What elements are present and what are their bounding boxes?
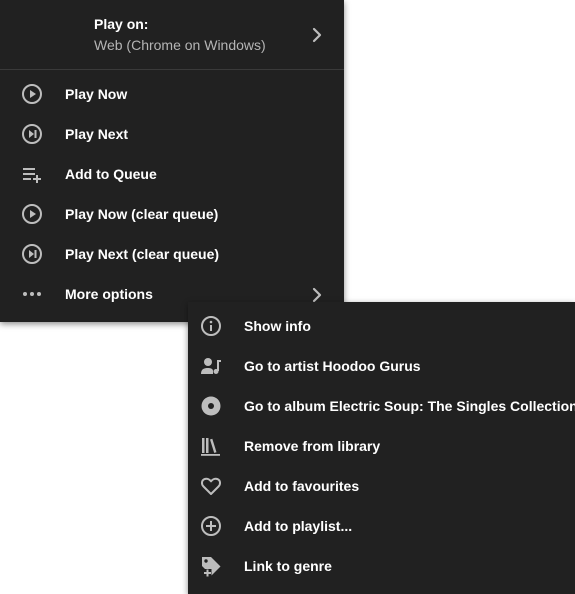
menu-item-label: Play Now (clear queue)	[65, 206, 219, 222]
chevron-right-icon	[309, 26, 325, 44]
menu-item-show-info[interactable]: Show info	[188, 306, 575, 346]
account-music-icon	[200, 355, 222, 377]
heart-outline-icon	[200, 475, 222, 497]
dots-horizontal-icon	[21, 283, 43, 305]
menu-item-play-now[interactable]: Play Now	[0, 74, 344, 114]
menu-item-label: Play Next (clear queue)	[65, 246, 220, 262]
menu-item-label: Add to favourites	[244, 478, 360, 494]
menu-item-play-now-clear-queue[interactable]: Play Now (clear queue)	[0, 194, 344, 234]
menu-item-go-to-album[interactable]: Go to album Electric Soup: The Singles C…	[188, 386, 575, 426]
menu-item-label: Show info	[244, 318, 311, 334]
menu-divider	[0, 69, 344, 70]
menu-item-label: Go to album Electric Soup: The Singles C…	[244, 398, 575, 414]
more-options-submenu: Show info Go to artist Hoodoo Gurus Go t…	[188, 302, 575, 594]
album-icon	[200, 395, 222, 417]
play-on-title: Play on:	[94, 16, 149, 32]
play-circle-icon	[21, 203, 43, 225]
menu-item-label: Play Now	[65, 86, 128, 102]
playlist-add-icon	[21, 163, 43, 185]
menu-item-label: Go to artist Hoodoo Gurus	[244, 358, 421, 374]
skip-next-circle-icon	[21, 123, 43, 145]
menu-item-remove-from-library[interactable]: Remove from library	[188, 426, 575, 466]
menu-item-go-to-artist[interactable]: Go to artist Hoodoo Gurus	[188, 346, 575, 386]
menu-item-add-to-playlist[interactable]: Add to playlist...	[188, 506, 575, 546]
play-on-selector[interactable]: Play on: Web (Chrome on Windows)	[0, 0, 344, 69]
menu-item-play-next[interactable]: Play Next	[0, 114, 344, 154]
menu-item-label: Add to Queue	[65, 166, 157, 182]
play-circle-icon	[21, 83, 43, 105]
menu-item-label: Link to genre	[244, 558, 332, 574]
library-icon	[200, 435, 222, 457]
menu-item-link-to-genre[interactable]: Link to genre	[188, 546, 575, 586]
menu-item-add-to-queue[interactable]: Add to Queue	[0, 154, 344, 194]
context-menu: Play on: Web (Chrome on Windows) Play No…	[0, 0, 344, 322]
info-circle-icon	[200, 315, 222, 337]
menu-item-label: Add to playlist...	[244, 518, 353, 534]
tag-plus-icon	[200, 555, 222, 577]
menu-item-label: More options	[65, 286, 153, 302]
menu-item-play-next-clear-queue[interactable]: Play Next (clear queue)	[0, 234, 344, 274]
plus-circle-icon	[200, 515, 222, 537]
menu-item-label: Remove from library	[244, 438, 381, 454]
skip-next-circle-icon	[21, 243, 43, 265]
menu-item-add-to-favourites[interactable]: Add to favourites	[188, 466, 575, 506]
play-on-device: Web (Chrome on Windows)	[94, 37, 266, 53]
menu-item-label: Play Next	[65, 126, 129, 142]
